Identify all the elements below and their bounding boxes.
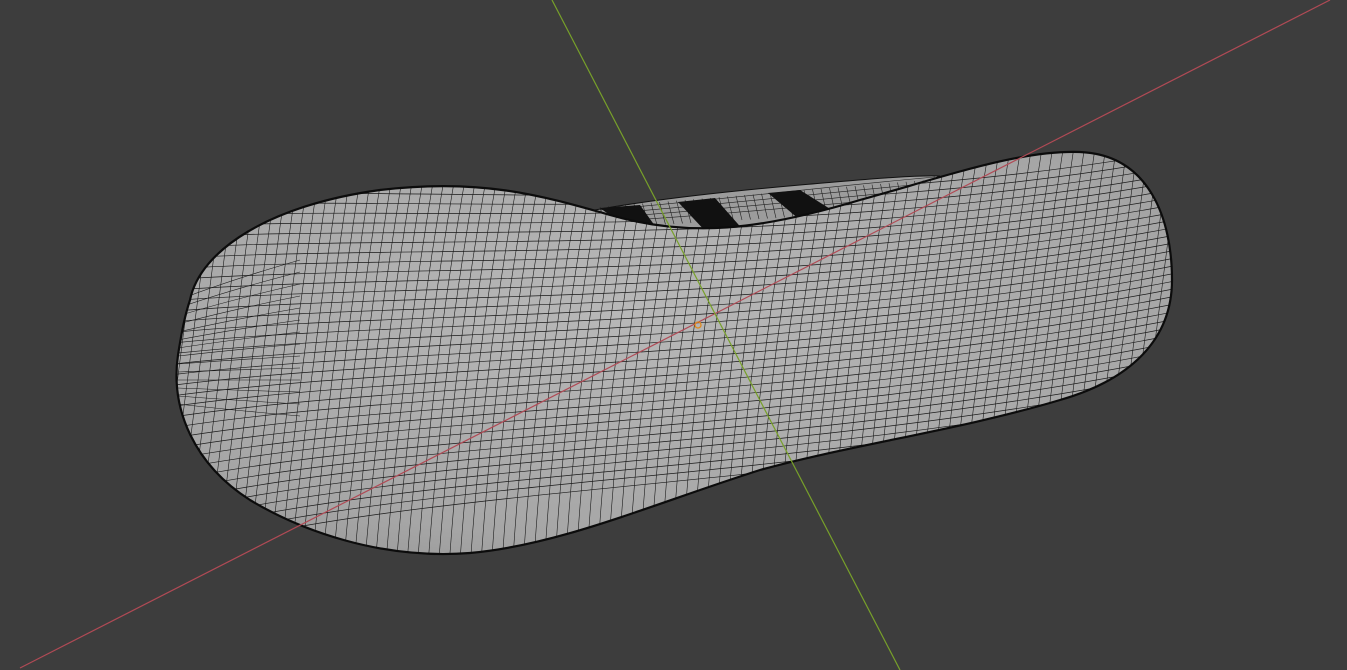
3d-viewport[interactable] (0, 0, 1347, 670)
